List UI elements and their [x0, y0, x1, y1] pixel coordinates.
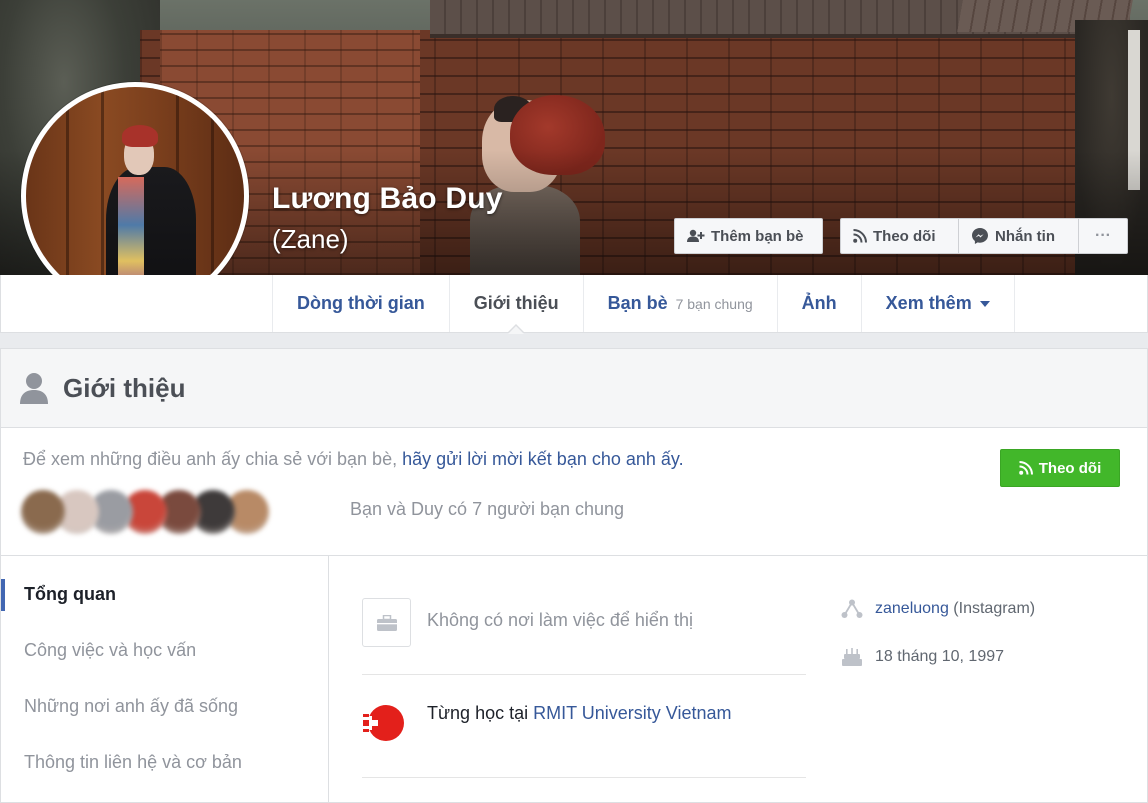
- work-empty-text: Không có nơi làm việc để hiển thị: [427, 610, 693, 630]
- mutual-friends-avatars[interactable]: [21, 489, 269, 535]
- tab-photos[interactable]: Ảnh: [776, 275, 861, 332]
- instagram-handle-link[interactable]: zaneluong: [875, 600, 949, 617]
- mutual-friends-text[interactable]: Bạn và Duy có 7 người bạn chung: [350, 499, 624, 520]
- share-nodes-icon: [841, 599, 863, 619]
- overview-separator: [362, 674, 806, 675]
- more-options-label: ···: [1095, 227, 1111, 244]
- more-options-button[interactable]: ···: [1079, 219, 1127, 253]
- cover-action-group: Theo dõi Nhắn tin ···: [840, 218, 1128, 254]
- messenger-icon: [971, 227, 989, 245]
- overview-separator: [362, 777, 806, 778]
- tab-more[interactable]: Xem thêm: [860, 275, 1015, 332]
- birthday-cake-icon: [841, 647, 863, 667]
- work-placeholder-box: [362, 598, 411, 647]
- profile-alternate-name: (Zane): [272, 224, 349, 254]
- follow-green-label: Theo dõi: [1038, 459, 1102, 477]
- rss-icon: [1018, 461, 1033, 475]
- avatar-hat: [122, 125, 158, 147]
- tab-timeline-label: Dòng thời gian: [297, 293, 425, 313]
- briefcase-icon: [376, 614, 397, 631]
- avatar-wood-grain: [66, 87, 69, 305]
- avatar-photo: [26, 87, 244, 305]
- follow-button-green[interactable]: Theo dõi: [1000, 449, 1120, 487]
- rss-icon: [853, 229, 867, 243]
- birthday-info: 18 tháng 10, 1997: [841, 647, 1004, 667]
- education-school-link[interactable]: RMIT University Vietnam: [533, 703, 731, 723]
- side-nav-work-education[interactable]: Công việc và học vấn: [24, 640, 196, 661]
- avatar-wood-grain: [211, 87, 214, 305]
- about-card-header: Giới thiệu: [1, 349, 1147, 428]
- profile-nav-bar: Dòng thời gian Giới thiệu Bạn bè 7 bạn c…: [0, 275, 1148, 334]
- tab-photos-label: Ảnh: [801, 293, 837, 313]
- tab-more-label: Xem thêm: [885, 293, 972, 313]
- follow-button[interactable]: Theo dõi: [841, 219, 959, 253]
- instagram-info: zaneluong (Instagram): [841, 599, 1035, 619]
- side-nav-overview[interactable]: Tổng quan: [24, 584, 116, 605]
- add-friend-icon: [687, 229, 705, 243]
- birthday-text: 18 tháng 10, 1997: [875, 648, 1005, 665]
- about-side-nav: Tổng quan Công việc và học vấn Những nơi…: [1, 556, 329, 803]
- instagram-label: (Instagram): [953, 600, 1036, 617]
- send-friend-request-link[interactable]: hãy gửi lời mời kết bạn cho anh ấy.: [402, 449, 683, 469]
- tab-friends[interactable]: Bạn bè 7 bạn chung: [582, 275, 777, 332]
- education-prefix: Từng học tại: [427, 703, 529, 723]
- message-button[interactable]: Nhắn tin: [959, 219, 1079, 253]
- about-card-title: Giới thiệu: [63, 372, 186, 403]
- active-indicator: [1, 579, 5, 611]
- tab-friends-label: Bạn bè: [607, 293, 668, 313]
- person-icon: [19, 372, 49, 404]
- tab-about[interactable]: Giới thiệu: [448, 275, 583, 334]
- chevron-down-icon: [979, 300, 990, 307]
- add-friend-button[interactable]: Thêm bạn bè: [674, 218, 823, 254]
- avatar-wood-grain: [101, 87, 104, 305]
- side-nav-places-lived[interactable]: Những nơi anh ấy đã sống: [24, 696, 238, 717]
- education-text: Từng học tại RMIT University Vietnam: [427, 703, 732, 724]
- message-label: Nhắn tin: [995, 227, 1055, 245]
- add-friend-prompt: Để xem những điều anh ấy chia sẻ với bạn…: [23, 449, 684, 470]
- add-friend-label: Thêm bạn bè: [711, 227, 804, 245]
- mutual-friend-avatar[interactable]: [21, 490, 65, 534]
- profile-tabs: Dòng thời gian Giới thiệu Bạn bè 7 bạn c…: [272, 275, 1015, 334]
- follow-label: Theo dõi: [873, 227, 936, 245]
- tab-timeline[interactable]: Dòng thời gian: [272, 275, 449, 332]
- side-nav-contact-basic[interactable]: Thông tin liên hệ và cơ bản: [24, 752, 242, 773]
- about-card: Giới thiệu Để xem những điều anh ấy chia…: [0, 348, 1148, 803]
- rmit-logo-icon[interactable]: [362, 701, 406, 745]
- add-friend-prompt-text: Để xem những điều anh ấy chia sẻ với bạn…: [23, 449, 398, 469]
- tab-friends-count: 7 bạn chung: [675, 295, 753, 312]
- profile-name[interactable]: Lương Bảo Duy: [272, 182, 503, 216]
- tab-about-label: Giới thiệu: [473, 293, 559, 313]
